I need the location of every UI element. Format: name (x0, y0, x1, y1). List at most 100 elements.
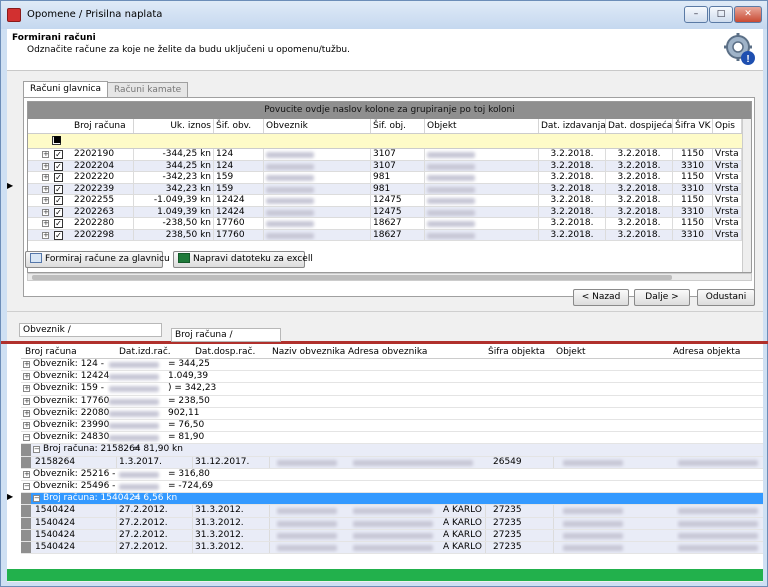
detail-row[interactable]: 1540424 27.2.2012. 31.3.2012. A KARLO 27235 (21, 517, 763, 530)
group-row[interactable]: − Obveznik: 24830 = 81,90 (21, 432, 763, 445)
group-box-broj-racuna[interactable]: Broj računa / (171, 328, 281, 342)
group-row[interactable]: + Obveznik: 23990 = 76,50 (21, 420, 763, 433)
table-row[interactable]: + ✓ 2202255 -1.049,39 kn 12424 12475 3.2.2018.… (28, 195, 751, 207)
row-checkbox[interactable]: ✓ (54, 161, 63, 171)
group-row[interactable]: + Obveznik: 25216 - = 316,80 (21, 469, 763, 481)
subgroup-row[interactable]: − Broj računa: 2158264 = 81,90 kn (21, 444, 763, 457)
expand-icon[interactable]: + (23, 385, 30, 393)
table-row[interactable]: + ✓ 2202298 238,50 kn 17760 18627 3.2.2018. 3.2… (28, 229, 751, 241)
maximize-icon[interactable]: □ (709, 6, 733, 23)
table-row[interactable]: + ✓ 2202239 342,23 kn 159 981 3.2.2018. 3.2.201… (28, 183, 751, 195)
minimize-icon[interactable]: – (684, 6, 708, 23)
expand-icon[interactable]: + (23, 470, 30, 478)
next-button[interactable]: Dalje > (634, 289, 690, 306)
cancel-button[interactable]: Odustani (697, 289, 755, 306)
expand-icon[interactable]: + (23, 373, 30, 381)
detail-row[interactable]: 2158264 1.3.2017. 31.12.2017. 26549 (21, 456, 763, 469)
group-row[interactable]: + Obveznik: 17760 = 238,50 (21, 396, 763, 408)
expand-icon[interactable]: + (42, 208, 49, 216)
row-checkbox[interactable]: ✓ (54, 196, 63, 205)
col-obveznik[interactable]: Obveznik (264, 119, 371, 133)
row-checkbox[interactable]: ✓ (54, 184, 63, 194)
detail-row[interactable]: 1540424 27.2.2012. 31.3.2012. A KARLO 27235 (21, 542, 763, 555)
table-row[interactable]: + ✓ 2202204 344,25 kn 124 3107 3.2.2018. 3.2.20… (28, 160, 751, 172)
expand-icon[interactable]: + (42, 231, 49, 239)
group-label: Obveznik: 159 - (33, 383, 104, 394)
col-broj-racuna[interactable]: Broj računa (23, 346, 117, 358)
collapse-icon[interactable]: − (33, 495, 40, 503)
col-objekt[interactable]: Objekt (425, 119, 539, 133)
col-broj-racuna[interactable]: Broj računa (72, 119, 134, 133)
row-checkbox[interactable]: ✓ (54, 173, 63, 182)
redacted-cell (676, 505, 762, 516)
col-opis[interactable]: Opis (713, 119, 742, 133)
formiraj-button[interactable]: Formiraj račune za glavnicu i (25, 251, 175, 268)
scroll-thumb[interactable] (32, 275, 672, 280)
group-label: Obveznik: 12424 (33, 371, 110, 382)
detail-row[interactable]: 1540424 27.2.2012. 31.3.2012. A KARLO 27235 (21, 505, 763, 518)
filter-row[interactable]: ■ (28, 134, 751, 149)
expand-icon[interactable]: + (42, 162, 49, 170)
table-row[interactable]: + ✓ 2202220 -342,23 kn 159 981 3.2.2018. 3.2.20… (28, 172, 751, 184)
row-checkbox[interactable]: ✓ (54, 219, 63, 228)
expand-icon[interactable]: + (23, 361, 30, 368)
group-box-obveznik-label: Obveznik (23, 325, 65, 335)
horizontal-scrollbar[interactable] (27, 273, 752, 281)
row-checkbox[interactable]: ✓ (54, 230, 63, 240)
col-sifra-vk[interactable]: Šifra VK (673, 119, 713, 133)
detail-row[interactable]: 1540424 27.2.2012. 31.3.2012. A KARLO 27235 (21, 529, 763, 542)
table-row[interactable]: + ✓ 2202263 1.049,39 kn 12424 12475 3.2.2018. 3… (28, 206, 751, 218)
tab-racuni-glavnica[interactable]: Računi glavnica (23, 81, 109, 98)
expand-icon[interactable]: + (42, 151, 49, 158)
group-box-obveznik[interactable]: Obveznik / (19, 323, 162, 337)
redacted-cell (264, 229, 371, 240)
col-sif-obv[interactable]: Šif. obv. (214, 119, 264, 133)
col-naziv-obveznika[interactable]: Naziv obveznika (270, 346, 346, 358)
back-button[interactable]: < Nazad (573, 289, 629, 306)
col-dat-izdavanja[interactable]: Dat. izdavanja (539, 119, 606, 133)
col-dat-dospijeca[interactable]: Dat. dospijeća (606, 119, 673, 133)
tab-racuni-kamate[interactable]: Računi kamate (107, 82, 189, 98)
group-row[interactable]: − Obveznik: 25496 - = -724,69 (21, 481, 763, 494)
table-row[interactable]: + ✓ 2202280 -238,50 kn 17760 18627 3.2.2018. 3.… (28, 218, 751, 230)
group-row[interactable]: + Obveznik: 12424 1.049,39 (21, 371, 763, 384)
group-row[interactable]: + Obveznik: 22080 902,11 (21, 408, 763, 420)
col-objekt[interactable]: Objekt (554, 346, 671, 358)
cell-dat-dosp: 31.12.2017. (193, 456, 270, 468)
cell-opis: Vrsta (713, 149, 742, 160)
redacted-text (427, 186, 475, 193)
select-all-checkbox[interactable]: ■ (52, 136, 62, 145)
col-dat-dosp[interactable]: Dat.dosp.rač. (193, 346, 270, 358)
expand-icon[interactable]: + (42, 197, 49, 204)
col-uk-iznos[interactable]: Uk. iznos (134, 119, 214, 133)
subgroup-row-selected[interactable]: − Broj računa: 1540424 = 6,56 kn (21, 493, 763, 506)
collapse-icon[interactable]: − (23, 483, 30, 490)
expand-icon[interactable]: + (23, 397, 30, 405)
collapse-icon[interactable]: − (33, 446, 40, 454)
group-row[interactable]: + Obveznik: 124 - = 344,25 (21, 359, 763, 372)
cell-opis: Vrsta (713, 206, 742, 217)
page-subtitle: Odznačite račune za koje ne želite da bu… (27, 45, 350, 55)
group-row[interactable]: + Obveznik: 159 -) = 342,23 (21, 383, 763, 396)
col-sifra-objekta[interactable]: Šifra objekta (486, 346, 554, 358)
collapse-icon[interactable]: − (23, 434, 30, 442)
expand-icon[interactable]: + (42, 220, 49, 227)
excel-button[interactable]: Napravi datoteku za excell (173, 251, 313, 268)
expand-icon[interactable]: + (42, 185, 49, 193)
group-by-panel[interactable]: Povucite ovdje naslov kolone za grupiran… (28, 102, 751, 119)
row-checkbox[interactable]: ✓ (54, 150, 63, 159)
cell-sif-obj: 12475 (371, 195, 425, 206)
expand-icon[interactable]: + (23, 409, 30, 417)
close-icon[interactable]: ✕ (734, 6, 762, 23)
vertical-scrollbar[interactable] (742, 119, 751, 272)
col-sif-obj[interactable]: Šif. obj. (371, 119, 425, 133)
row-checkbox[interactable]: ✓ (54, 207, 63, 217)
expand-icon[interactable]: + (42, 174, 49, 181)
col-dat-izd[interactable]: Dat.izd.rač. (117, 346, 193, 358)
formiraj-label: Formiraj račune za glavnicu i (45, 254, 176, 264)
expand-icon[interactable]: + (23, 422, 30, 429)
table-row[interactable]: + ✓ 2202190 -344,25 kn 124 3107 3.2.2018. 3.2.2… (28, 149, 751, 161)
col-adresa-obveznika[interactable]: Adresa obveznika (346, 346, 486, 358)
page-title: Formirani računi (12, 33, 96, 43)
col-adresa-objekta[interactable]: Adresa objekta (671, 346, 761, 358)
